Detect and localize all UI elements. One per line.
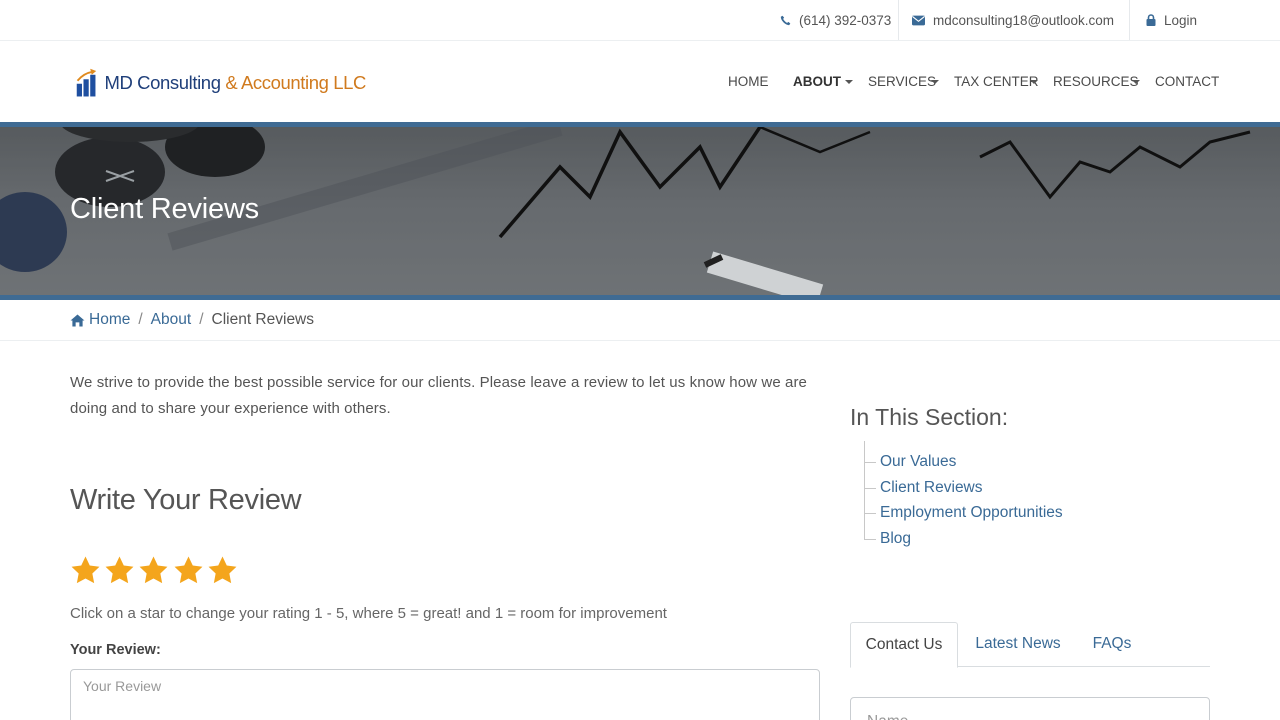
email-address: mdconsulting18@outlook.com: [933, 12, 1115, 28]
breadcrumb-separator: /: [199, 311, 204, 328]
tab-latest-news[interactable]: Latest News: [962, 622, 1074, 667]
nav-about[interactable]: ABOUT: [793, 72, 841, 92]
star-icon[interactable]: [104, 555, 135, 586]
intro-text: We strive to provide the best possible s…: [70, 374, 808, 417]
caret-down-icon[interactable]: [931, 80, 939, 84]
top-bar: (614) 392-0373 mdconsulting18@outlook.co…: [0, 0, 1280, 41]
section-item-client-reviews[interactable]: Client Reviews: [864, 475, 1164, 501]
nav-tax-center[interactable]: TAX CENTER: [954, 72, 1039, 92]
caret-down-icon[interactable]: [1132, 80, 1140, 84]
main-nav: HOME ABOUT SERVICES TAX CENTER RESOURCES…: [0, 41, 1280, 122]
breadcrumb-current: Client Reviews: [211, 311, 315, 328]
section-link[interactable]: Blog: [880, 530, 911, 547]
breadcrumb-home-link[interactable]: Home: [89, 311, 130, 329]
review-field-label: Your Review:: [70, 642, 161, 658]
home-icon[interactable]: [70, 313, 85, 327]
section-item-employment[interactable]: Employment Opportunities: [864, 500, 1164, 526]
tab-faqs[interactable]: FAQs: [1078, 622, 1146, 667]
nav-resources[interactable]: RESOURCES: [1053, 72, 1139, 92]
email-link[interactable]: mdconsulting18@outlook.com: [912, 0, 1114, 40]
section-link[interactable]: Client Reviews: [880, 479, 983, 496]
star-icon[interactable]: [70, 555, 101, 586]
tree-branch: [864, 487, 876, 489]
topbar-divider: [898, 0, 899, 40]
tree-branch: [864, 513, 876, 515]
tab-contact-us[interactable]: Contact Us: [850, 622, 958, 668]
section-nav-list: Our Values Client Reviews Employment Opp…: [864, 449, 1164, 552]
star-icon[interactable]: [173, 555, 204, 586]
section-item-our-values[interactable]: Our Values: [864, 449, 1164, 475]
section-link[interactable]: Employment Opportunities: [880, 504, 1063, 521]
phone-number: (614) 392-0373: [799, 12, 892, 28]
nav-services[interactable]: SERVICES: [868, 72, 936, 92]
login-label: Login: [1164, 12, 1198, 28]
caret-down-icon[interactable]: [1030, 80, 1038, 84]
phone-link[interactable]: (614) 392-0373: [780, 0, 891, 40]
star-rating: [70, 555, 241, 586]
envelope-icon: [912, 15, 925, 25]
breadcrumb: Home / About / Client Reviews: [70, 310, 314, 330]
star-icon[interactable]: [207, 555, 238, 586]
breadcrumb-separator: /: [138, 311, 143, 328]
login-link[interactable]: Login: [1146, 0, 1197, 40]
page-title: Client Reviews: [70, 193, 259, 225]
section-item-blog[interactable]: Blog: [864, 526, 1164, 552]
page-hero: Client Reviews: [0, 122, 1280, 300]
review-textarea[interactable]: [70, 669, 820, 720]
tree-branch: [864, 539, 876, 541]
divider: [0, 340, 1280, 341]
lock-icon: [1146, 14, 1156, 26]
nav-home[interactable]: HOME: [728, 72, 769, 92]
topbar-divider: [1129, 0, 1130, 40]
write-review-heading: Write Your Review: [70, 484, 302, 516]
star-icon[interactable]: [138, 555, 169, 586]
sidebar-tabs: Contact Us Latest News FAQs: [850, 622, 1210, 668]
breadcrumb-about-link[interactable]: About: [151, 311, 192, 329]
section-link[interactable]: Our Values: [880, 453, 956, 470]
rating-help-text: Click on a star to change your rating 1 …: [70, 605, 667, 622]
sidebar-title: In This Section:: [850, 404, 1009, 430]
nav-contact[interactable]: CONTACT: [1155, 72, 1219, 92]
hero-background-image: Client Reviews: [0, 127, 1280, 295]
caret-down-icon[interactable]: [845, 80, 853, 84]
site-header: MD Consulting & Accounting LLC HOME ABOU…: [0, 41, 1280, 122]
phone-icon: [780, 15, 791, 25]
name-field[interactable]: [850, 697, 1210, 720]
tree-branch: [864, 462, 876, 463]
